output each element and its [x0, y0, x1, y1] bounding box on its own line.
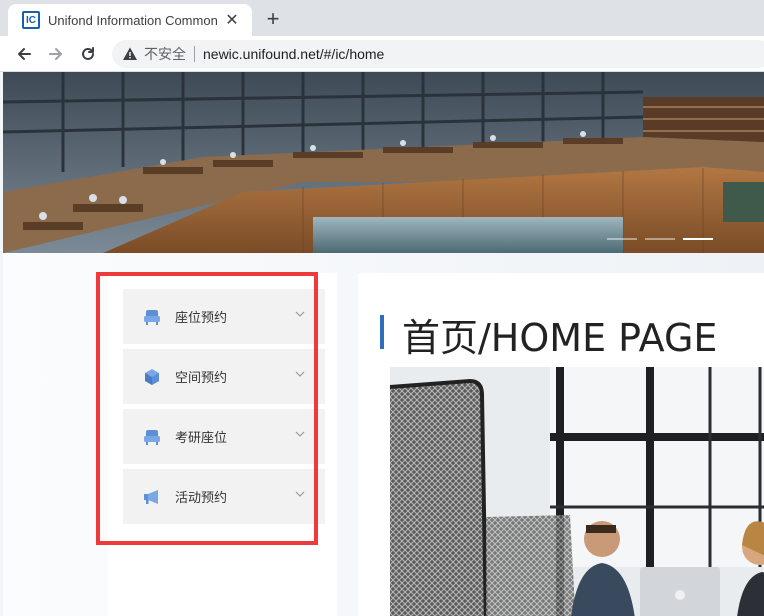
browser-toolbar: 不安全 newic.unifound.net/#/ic/home: [0, 36, 764, 72]
carousel-dot[interactable]: [645, 238, 675, 240]
chevron-down-icon[interactable]: [295, 431, 305, 437]
carousel-dot-active[interactable]: [683, 238, 713, 240]
chevron-down-icon[interactable]: [295, 371, 305, 377]
security-status[interactable]: 不安全: [144, 44, 186, 64]
megaphone-icon: [144, 489, 158, 504]
tab-title: Unifond Information Common: [48, 12, 218, 28]
favicon-icon: IC: [22, 11, 40, 29]
chevron-down-icon[interactable]: [295, 311, 305, 317]
carousel-dot[interactable]: [607, 238, 637, 240]
arrow-left-icon: [18, 48, 31, 60]
reload-icon: [82, 47, 94, 60]
seat-icon: [144, 429, 160, 445]
address-bar[interactable]: 不安全 newic.unifound.net/#/ic/home: [112, 40, 764, 68]
back-button[interactable]: [12, 42, 36, 66]
sidebar-item-label: 活动预约: [175, 490, 228, 505]
hero-banner[interactable]: [3, 72, 764, 253]
seat-icon: [144, 309, 160, 325]
reload-button[interactable]: [76, 42, 100, 66]
forward-button[interactable]: [44, 42, 68, 66]
browser-tab[interactable]: IC Unifond Information Common ✕: [8, 4, 252, 36]
main-panel: 首页/HOME PAGE: [358, 273, 764, 616]
sidebar-item-event-reservation[interactable]: 活动预约: [123, 469, 325, 524]
cube-icon: [145, 368, 159, 385]
divider: [194, 46, 195, 62]
sidebar-menu: 座位预约 空间预约 考研座位 活动预约: [123, 289, 325, 529]
sidebar-item-exam-seat[interactable]: 考研座位: [123, 409, 325, 464]
close-tab-icon[interactable]: ✕: [222, 10, 242, 30]
library-photo: [3, 72, 764, 253]
sidebar-item-space-reservation[interactable]: 空间预约: [123, 349, 325, 404]
new-tab-button[interactable]: +: [262, 6, 284, 31]
sidebar-item-label: 空间预约: [175, 370, 228, 385]
url-text[interactable]: newic.unifound.net/#/ic/home: [203, 46, 384, 62]
arrow-right-icon: [49, 48, 62, 60]
office-photo-image: [390, 367, 764, 616]
office-photo: [390, 367, 764, 616]
sidebar-item-seat-reservation[interactable]: 座位预约: [123, 289, 325, 344]
page-content: 座位预约 空间预约 考研座位 活动预约 首页/HOME PAGE: [3, 72, 764, 616]
title-accent-bar: [380, 315, 384, 349]
warning-icon[interactable]: [122, 46, 138, 62]
sidebar-item-label: 考研座位: [175, 430, 228, 445]
sidebar: 座位预约 空间预约 考研座位 活动预约: [108, 273, 337, 616]
page-title: 首页/HOME PAGE: [402, 316, 718, 360]
tab-strip: IC Unifond Information Common ✕ +: [0, 0, 764, 36]
sidebar-item-label: 座位预约: [175, 310, 228, 325]
chevron-down-icon[interactable]: [295, 491, 305, 497]
carousel-indicators: [607, 238, 713, 240]
